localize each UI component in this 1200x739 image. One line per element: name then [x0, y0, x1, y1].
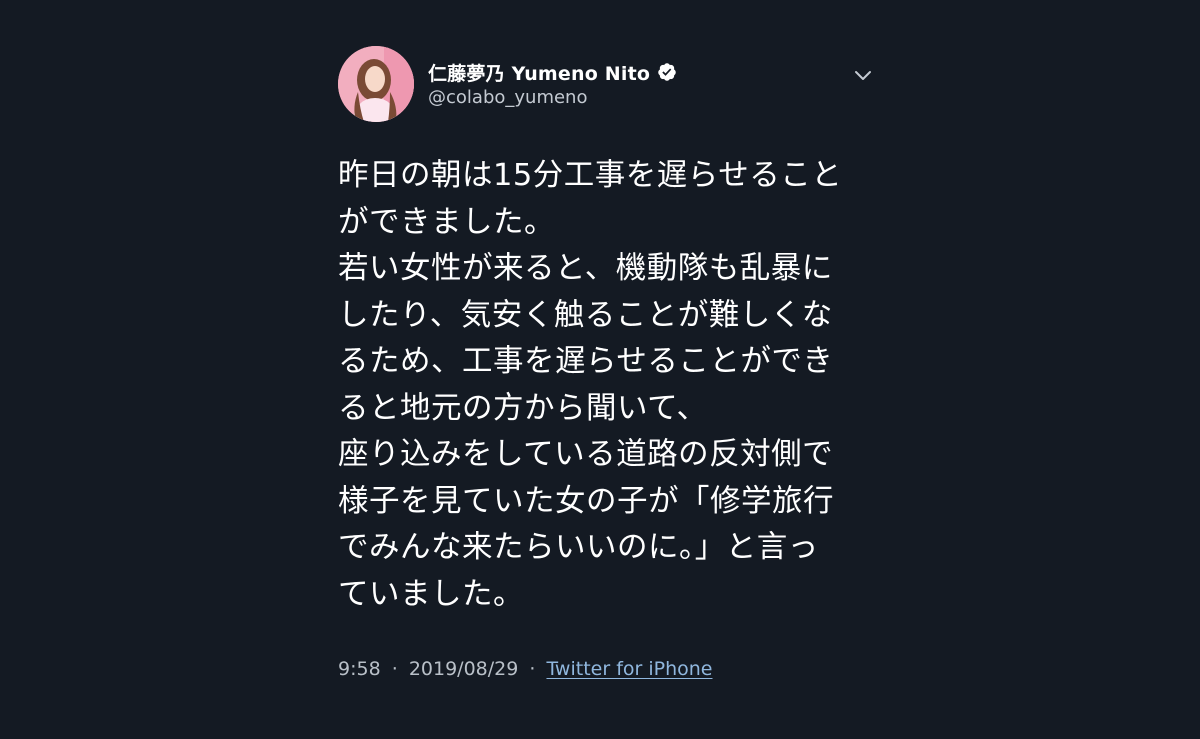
tweet-text-line: るため、工事を遅らせることができ	[338, 344, 834, 379]
display-name[interactable]: 仁藤夢乃 Yumeno Nito	[428, 59, 650, 86]
tweet-text-line: でみんな来たらいいのに。」と言っ	[338, 530, 819, 565]
tweet-text-line: 昨日の朝は15分工事を遅らせること	[338, 158, 843, 193]
tweet-card: 仁藤夢乃 Yumeno Nito @colabo_yumeno 昨日の朝は15分…	[338, 46, 878, 696]
tweet-source-link[interactable]: Twitter for iPhone	[546, 658, 712, 680]
tweet-text-line: ができました。	[338, 204, 555, 240]
tweet-time: 9:58	[338, 658, 381, 680]
author-names: 仁藤夢乃 Yumeno Nito @colabo_yumeno	[428, 59, 677, 108]
avatar-photo-icon	[338, 46, 414, 122]
tweet-text-line: 座り込みをしている道路の反対側で	[338, 437, 834, 472]
avatar[interactable]	[338, 46, 414, 122]
tweet-meta: 9:58 · 2019/08/29 · Twitter for iPhone	[338, 658, 713, 680]
author-handle[interactable]: @colabo_yumeno	[428, 87, 677, 108]
tweet-text-line: ていました。	[338, 576, 524, 612]
chevron-down-icon[interactable]	[852, 64, 874, 86]
tweet-text-line: 様子を見ていた女の子が「修学旅行	[338, 483, 834, 519]
tweet-text-line: したり、気安く触ることが難しくな	[338, 297, 833, 333]
tweet-date: 2019/08/29	[408, 658, 519, 680]
tweet-header: 仁藤夢乃 Yumeno Nito @colabo_yumeno	[338, 46, 878, 124]
display-name-row: 仁藤夢乃 Yumeno Nito	[428, 59, 677, 85]
meta-separator: ·	[529, 658, 536, 680]
meta-separator: ·	[391, 658, 398, 680]
verified-badge-icon	[658, 63, 676, 81]
tweet-text-line: ると地元の方から聞いて、	[338, 390, 708, 426]
tweet-text-line: 若い女性が来ると、機動隊も乱暴に	[338, 251, 833, 286]
tweet-text: 昨日の朝は15分工事を遅らせること ができました。 若い女性が来ると、機動隊も乱…	[338, 153, 878, 618]
